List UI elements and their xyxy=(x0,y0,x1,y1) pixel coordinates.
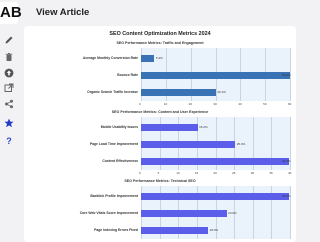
bar xyxy=(141,140,236,148)
chart-panel: SEO Performance Metrics: Technical SEO Ba… xyxy=(24,179,296,242)
plot-area: 15.2% 25.3% 39.6% xyxy=(141,117,291,170)
bar-value-label: 39.8% xyxy=(282,194,291,198)
star-icon[interactable] xyxy=(4,118,14,128)
x-tick-label: 30 xyxy=(213,102,217,106)
category-label: Organic Search Traffic Increase xyxy=(87,90,138,94)
category-label: Mobile Usability Issues xyxy=(100,125,138,129)
x-tick-label: 0 xyxy=(139,102,141,106)
x-tick-label: 35 xyxy=(269,171,273,175)
bar xyxy=(141,192,290,200)
bar xyxy=(141,71,290,79)
chart-title: SEO Performance Metrics: Traffic and Eng… xyxy=(116,41,204,45)
bar-value-label: 15.2% xyxy=(199,125,208,129)
x-axis: 0 5 10 15 20 25 30 35 40 xyxy=(139,171,292,177)
category-label: Backlink Profile Improvement xyxy=(90,194,138,198)
bar xyxy=(141,54,155,62)
pencil-icon[interactable] xyxy=(4,35,14,45)
open-external-icon[interactable] xyxy=(4,83,14,93)
bar-value-label: 5.4% xyxy=(155,56,163,60)
x-tick-label: 0 xyxy=(139,171,141,175)
app-logo[interactable]: AB xyxy=(0,2,22,24)
x-tick-label: 50 xyxy=(263,102,267,106)
x-tick-label: 60 xyxy=(288,102,292,106)
x-tick-label: 25 xyxy=(232,171,236,175)
x-axis: 0 10 20 30 40 50 60 xyxy=(139,102,292,108)
category-label: Page Load Time Improvement xyxy=(89,142,138,146)
top-bar: AB View Article xyxy=(0,0,300,26)
bar xyxy=(141,88,216,96)
chart-title: SEO Performance Metrics: Content and Use… xyxy=(111,110,209,114)
bar xyxy=(141,226,209,234)
x-tick-label: 30 xyxy=(250,171,255,175)
x-tick-label: 10 xyxy=(176,171,180,175)
x-tick-label: 15 xyxy=(194,171,199,175)
help-icon[interactable]: ? xyxy=(4,136,14,146)
bar-value-label: 30.1% xyxy=(217,90,226,94)
bar xyxy=(141,209,227,217)
bar-value-label: 59.8% xyxy=(282,73,291,77)
x-tick-label: 20 xyxy=(188,102,192,106)
category-label: Core Web Vitals Score Improvement xyxy=(79,211,138,215)
bar-value-label: 18.0% xyxy=(209,228,219,232)
article-content: SEO Content Optimization Metrics 2024 SE… xyxy=(24,26,296,242)
x-tick-label: 5 xyxy=(157,171,160,175)
sidebar: ? xyxy=(0,26,18,242)
report-title: SEO Content Optimization Metrics 2024 xyxy=(109,31,211,37)
category-label: Content Effectiveness xyxy=(102,159,138,163)
x-tick-label: 40 xyxy=(288,171,292,175)
bar-value-label: 25.3% xyxy=(236,142,246,146)
bar-value-label: 39.6% xyxy=(282,159,291,163)
bar xyxy=(141,123,198,131)
chart-panel: SEO Performance Metrics: Content and Use… xyxy=(24,110,296,178)
x-tick-label: 10 xyxy=(163,102,168,106)
category-label: Page Indexing Errors Fixed xyxy=(94,228,138,232)
chart-panel: SEO Performance Metrics: Traffic and Eng… xyxy=(24,41,296,109)
chart-title: SEO Performance Metrics: Technical SEO xyxy=(124,179,196,183)
plot-area: 5.4% 59.8% 30.1% xyxy=(141,48,291,101)
category-label: Bounce Rate xyxy=(117,73,138,77)
upload-icon[interactable] xyxy=(4,68,14,78)
page-title: View Article xyxy=(36,7,90,18)
share-icon[interactable] xyxy=(4,99,14,109)
x-tick-label: 40 xyxy=(238,102,242,106)
trash-icon[interactable] xyxy=(4,52,14,62)
plot-area: 39.8% 23.0% 18.0% xyxy=(141,186,291,239)
bar xyxy=(141,157,289,165)
x-tick-label: 20 xyxy=(213,171,217,175)
bar-value-label: 23.0% xyxy=(228,211,237,215)
category-label: Average Monthly Conversion Rate xyxy=(82,56,138,60)
